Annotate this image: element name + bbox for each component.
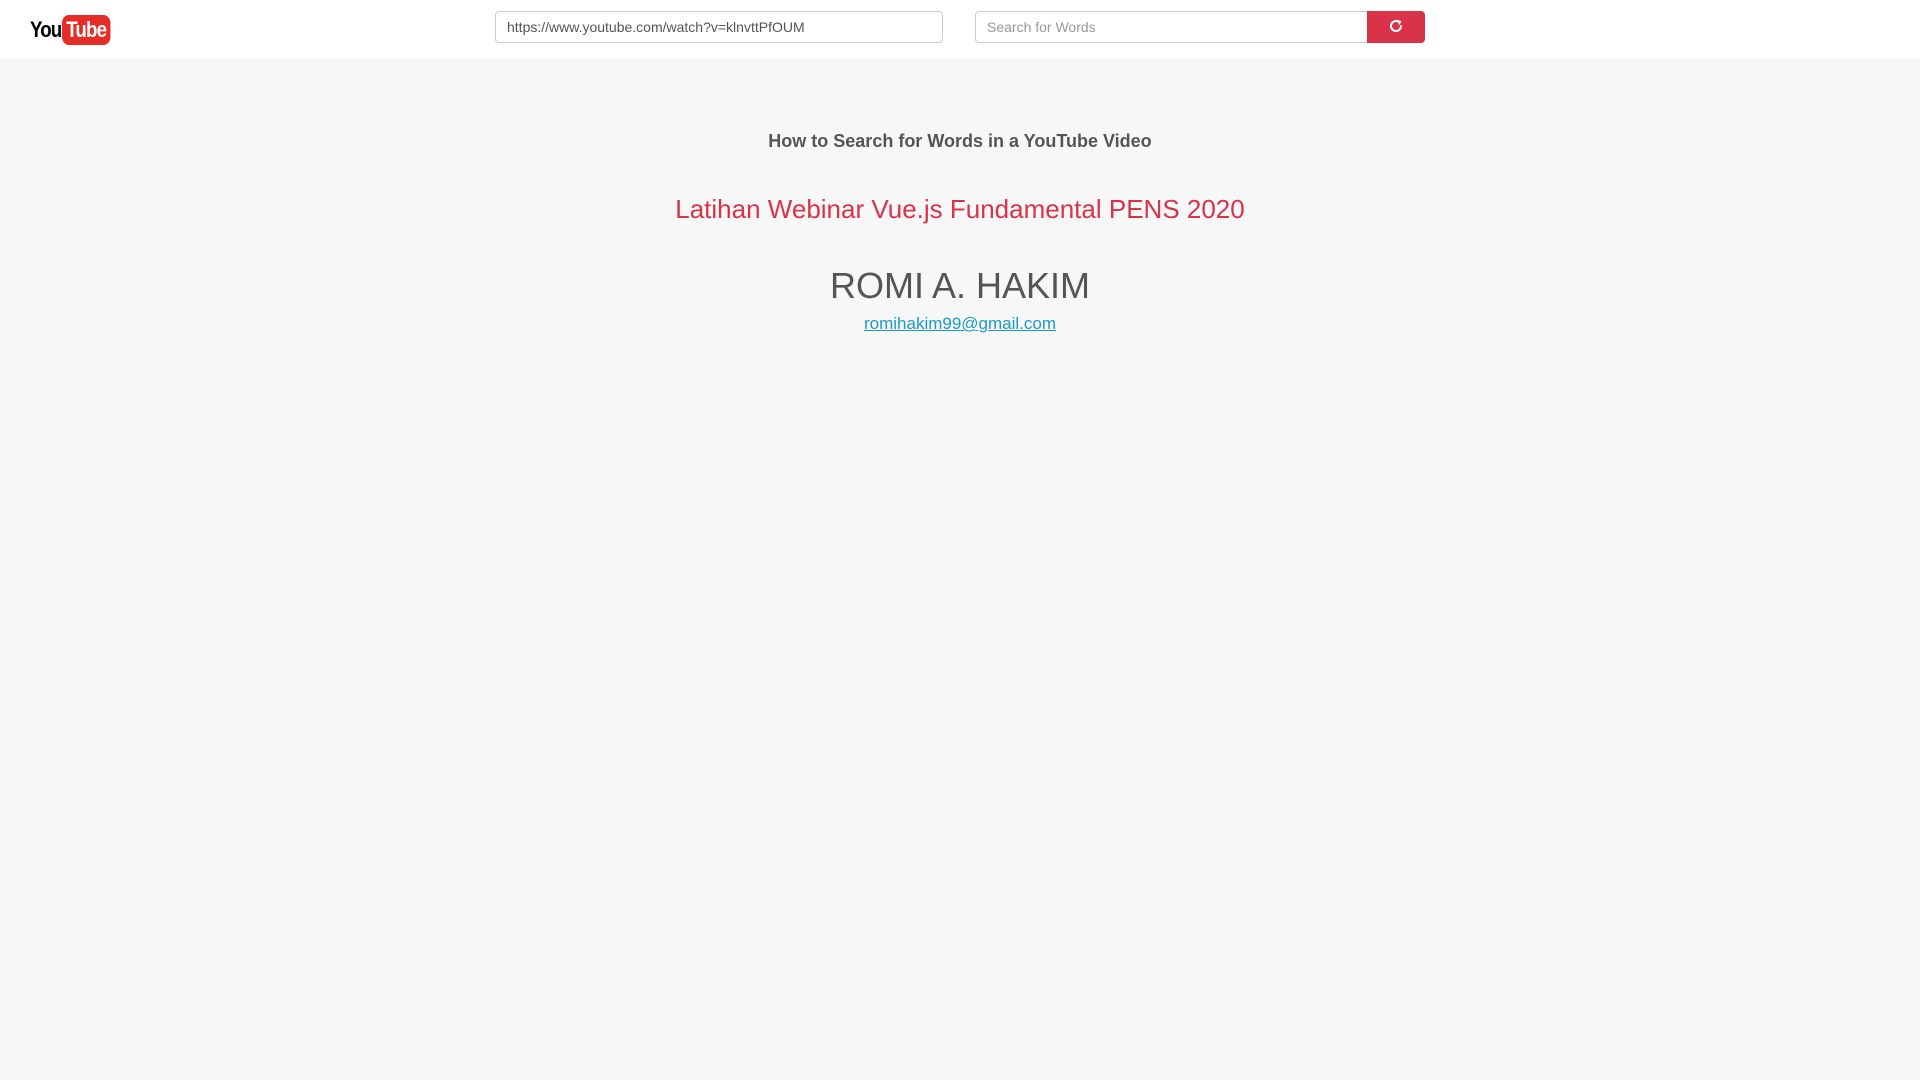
refresh-icon [1388,18,1404,37]
top-navbar: You Tube [0,0,1920,58]
video-url-input[interactable] [495,11,943,43]
search-button[interactable] [1367,11,1425,43]
word-search-input[interactable] [975,11,1367,43]
logo-text-you: You [30,17,62,42]
author-name: ROMI A. HAKIM [829,265,1091,306]
youtube-logo[interactable]: You Tube [30,15,119,45]
page-heading: How to Search for Words in a YouTube Vid… [768,131,1152,151]
video-title: Latihan Webinar Vue.js Fundamental PENS … [675,194,1245,224]
logo-text-tube: Tube [61,15,111,45]
author-email-link[interactable]: romihakim99@gmail.com [0,314,1920,334]
word-search-group [975,11,1425,43]
